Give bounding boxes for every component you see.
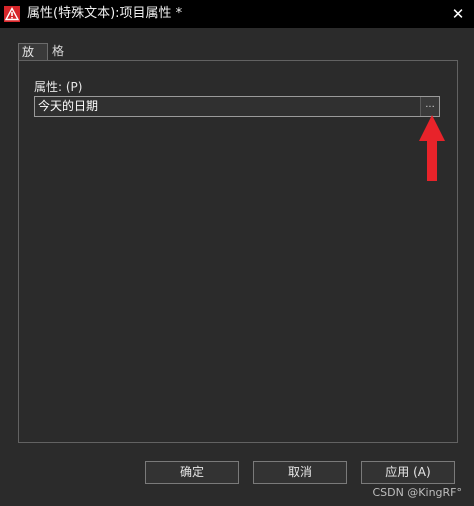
window-title: 属性(特殊文本):项目属性 * [27, 6, 183, 21]
tab-placement[interactable]: 放置 [18, 43, 48, 76]
ok-button[interactable]: 确定 [145, 461, 239, 484]
ellipsis-button[interactable]: ... [420, 97, 439, 116]
apply-button[interactable]: 应用 (A) [361, 461, 455, 484]
tab-panel [18, 60, 458, 443]
property-field[interactable]: 今天的日期 ... [34, 96, 440, 117]
dialog-window: 属性(特殊文本):项目属性 * ✕ 放置 格式 属性: (P) 今天的日期 ..… [0, 0, 474, 506]
watermark-text: CSDN @KingRF° [372, 486, 462, 499]
close-icon[interactable]: ✕ [448, 4, 468, 24]
property-value[interactable]: 今天的日期 [38, 98, 98, 115]
red-arrow-up-icon [419, 115, 445, 181]
title-bar[interactable]: 属性(特殊文本):项目属性 * ✕ [0, 0, 474, 28]
cancel-button[interactable]: 取消 [253, 461, 347, 484]
property-label: 属性: (P) [34, 80, 83, 94]
tab-format[interactable]: 格式 [49, 43, 75, 75]
autocad-icon [4, 6, 20, 22]
